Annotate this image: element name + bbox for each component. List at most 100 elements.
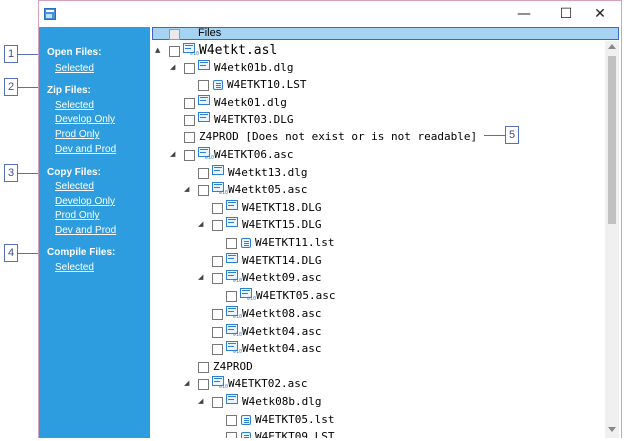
- tree-row[interactable]: W4ETKT05.lst: [150, 412, 605, 429]
- tree-row[interactable]: W4ETKT09.LST: [150, 429, 605, 438]
- tree-row[interactable]: ◢ W4etk08b.dlg: [150, 394, 605, 411]
- zip-prod-only-link[interactable]: Prod Only: [55, 129, 99, 140]
- tree-row[interactable]: ⚙10 W4ETKT05.asc: [150, 288, 605, 305]
- tree-row[interactable]: W4ETKT10.LST: [150, 77, 605, 94]
- row-checkbox[interactable]: [169, 46, 180, 57]
- dlg-file-icon: [198, 60, 213, 74]
- row-checkbox[interactable]: [184, 115, 195, 126]
- row-checkbox[interactable]: [212, 344, 223, 355]
- tree-row[interactable]: W4ETKT11.lst: [150, 235, 605, 252]
- tree-row[interactable]: ◢ ⚙10 W4etkt09.asc: [150, 270, 605, 287]
- tree-row[interactable]: ▲ ⚙10 W4etkt.asl: [150, 43, 605, 60]
- tree-row-label: W4etkt04.asc: [242, 325, 322, 338]
- tree-row-label: W4ETKT05.asc: [256, 289, 336, 302]
- dlg-file-icon: [226, 200, 241, 214]
- row-checkbox[interactable]: [212, 203, 223, 214]
- callout-5: 5: [505, 126, 519, 144]
- tree-row-label: W4etkt09.asc: [242, 271, 322, 284]
- copy-selected-link[interactable]: Selected: [55, 181, 94, 192]
- row-checkbox[interactable]: [212, 397, 223, 408]
- close-button[interactable]: ✕: [585, 5, 615, 23]
- scroll-thumb[interactable]: [608, 56, 616, 224]
- sidebar: Open Files: Selected Zip Files: Selected…: [39, 27, 150, 438]
- row-checkbox[interactable]: [184, 132, 195, 143]
- tree-row[interactable]: W4ETKT14.DLG: [150, 253, 605, 270]
- zip-dev-and-prod-link[interactable]: Dev and Prod: [55, 144, 116, 155]
- row-checkbox[interactable]: [226, 238, 237, 249]
- compile-selected-link[interactable]: Selected: [55, 262, 94, 273]
- expand-caret-icon[interactable]: ▲: [155, 46, 160, 54]
- dlg-file-icon: [198, 112, 213, 126]
- tree-row[interactable]: ◢ ⚙10 W4ETKT02.asc: [150, 376, 605, 393]
- tree-row[interactable]: ◢ ⚙10 W4ETKT06.asc: [150, 147, 605, 164]
- callout-2: 2: [4, 78, 18, 96]
- open-selected-link[interactable]: Selected: [55, 63, 94, 74]
- tree-row[interactable]: W4ETKT03.DLG: [150, 112, 605, 129]
- row-checkbox[interactable]: [198, 80, 209, 91]
- scroll-up-arrow-icon[interactable]: [608, 44, 616, 49]
- expand-caret-icon[interactable]: ◢: [198, 273, 203, 281]
- select-all-checkbox[interactable]: [169, 29, 180, 40]
- row-checkbox[interactable]: [184, 98, 195, 109]
- tree-row[interactable]: Z4PROD [Does not exist or is not readabl…: [150, 129, 605, 146]
- tree-row[interactable]: ⚙10 W4etkt08.asc: [150, 306, 605, 323]
- tree-row[interactable]: W4ETKT18.DLG: [150, 200, 605, 217]
- minimize-button[interactable]: —: [509, 5, 539, 23]
- callout-line: [18, 54, 38, 55]
- row-checkbox[interactable]: [184, 63, 195, 74]
- expand-caret-icon[interactable]: ◢: [198, 220, 203, 228]
- expand-caret-icon[interactable]: ◢: [170, 150, 175, 158]
- row-checkbox[interactable]: [212, 309, 223, 320]
- tree-row-label: W4etkt.asl: [199, 43, 278, 58]
- copy-develop-only-link[interactable]: Develop Only: [55, 196, 115, 207]
- scroll-down-arrow-icon[interactable]: [608, 427, 616, 432]
- callout-line: [18, 253, 38, 254]
- row-checkbox[interactable]: [226, 291, 237, 302]
- asc-file-icon: ⚙10: [226, 270, 242, 284]
- expand-caret-icon[interactable]: ◢: [184, 185, 189, 193]
- row-checkbox[interactable]: [226, 432, 237, 438]
- zip-develop-only-link[interactable]: Develop Only: [55, 114, 115, 125]
- row-checkbox[interactable]: [198, 168, 209, 179]
- title-bar[interactable]: — ☐ ✕: [39, 1, 621, 28]
- tree-row-label: W4ETKT15.DLG: [242, 218, 322, 231]
- tree-row[interactable]: ◢ ⚙10 W4etkt05.asc: [150, 182, 605, 199]
- copy-prod-only-link[interactable]: Prod Only: [55, 210, 99, 221]
- asc-file-icon: ⚙10: [212, 376, 228, 390]
- copy-dev-and-prod-link[interactable]: Dev and Prod: [55, 225, 116, 236]
- vertical-scrollbar[interactable]: [605, 41, 619, 438]
- row-checkbox[interactable]: [184, 150, 195, 161]
- tree-row[interactable]: ◢ W4etk01b.dlg: [150, 60, 605, 77]
- tree-header[interactable]: Files: [152, 27, 619, 40]
- callout-1: 1: [4, 45, 18, 63]
- tree-row[interactable]: ◢ W4ETKT15.DLG: [150, 217, 605, 234]
- expand-caret-icon[interactable]: ◢: [198, 397, 203, 405]
- zip-selected-link[interactable]: Selected: [55, 100, 94, 111]
- dlg-file-icon: [226, 394, 241, 408]
- expand-caret-icon[interactable]: ◢: [184, 379, 189, 387]
- row-checkbox[interactable]: [212, 220, 223, 231]
- row-checkbox[interactable]: [198, 185, 209, 196]
- tree-row-label: W4etk01.dlg: [214, 96, 287, 109]
- maximize-button[interactable]: ☐: [551, 5, 581, 23]
- tree-row[interactable]: W4etk01.dlg: [150, 95, 605, 112]
- tree-row[interactable]: ⚙10 W4etkt04.asc: [150, 341, 605, 358]
- callout-line: [18, 87, 38, 88]
- asc-file-icon: ⚙10: [240, 288, 256, 302]
- asc-file-icon: ⚙10: [226, 341, 242, 355]
- row-checkbox[interactable]: [212, 256, 223, 267]
- callout-3: 3: [4, 164, 18, 182]
- expand-caret-icon[interactable]: ◢: [170, 63, 175, 71]
- tree-row-label: W4ETKT09.LST: [255, 430, 335, 438]
- row-checkbox[interactable]: [198, 379, 209, 390]
- tree-row[interactable]: Z4PROD: [150, 359, 605, 376]
- row-checkbox[interactable]: [212, 327, 223, 338]
- tree-row[interactable]: W4etkt13.dlg: [150, 165, 605, 182]
- tree-row[interactable]: ⚙10 W4etkt04.asc: [150, 324, 605, 341]
- row-checkbox[interactable]: [226, 415, 237, 426]
- tree-row-label: W4ETKT11.lst: [255, 236, 335, 249]
- row-checkbox[interactable]: [198, 362, 209, 373]
- callout-4: 4: [4, 244, 18, 262]
- list-file-icon: [241, 238, 251, 248]
- row-checkbox[interactable]: [212, 273, 223, 284]
